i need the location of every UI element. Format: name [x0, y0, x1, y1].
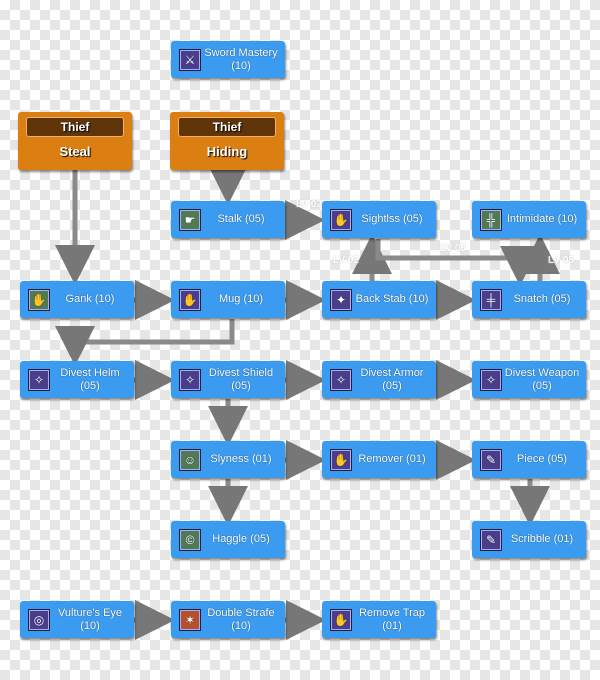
- skill-label: Scribble (01): [510, 533, 574, 545]
- skill-label: Double Strafe (10): [207, 606, 275, 632]
- skill-label: Gank (10): [65, 293, 115, 305]
- intimidate-icon: ╬: [480, 208, 502, 231]
- level-label: LV 05: [440, 243, 466, 254]
- skill-gank[interactable]: ✋ Gank (10): [20, 281, 134, 318]
- mug-icon: ✋: [179, 288, 201, 311]
- divest-armor-icon: ✧: [330, 368, 352, 391]
- class-label: Thief: [26, 117, 124, 137]
- skill-remover[interactable]: ✋ Remover (01): [322, 441, 436, 478]
- skill-label: Divest Weapon (05): [504, 366, 580, 392]
- divest-weapon-icon: ✧: [480, 368, 502, 391]
- divest-helm-icon: ✧: [28, 368, 50, 391]
- piece-icon: ✎: [480, 448, 502, 471]
- skill-label: Back Stab (10): [355, 293, 429, 305]
- skill-label: Divest Shield (05): [208, 366, 274, 392]
- skill-label: Vulture's Eye (10): [57, 606, 123, 632]
- connectors: [55, 165, 560, 640]
- skill-label: Divest Helm (05): [60, 366, 120, 392]
- vultures-eye-icon: ◎: [28, 608, 50, 631]
- divest-shield-icon: ✧: [179, 368, 201, 391]
- skill-back-stab[interactable]: ✦ Back Stab (10): [322, 281, 436, 318]
- sightless-icon: ✋: [330, 208, 352, 231]
- skill-sword-mastery[interactable]: ⚔ Sword Mastery (10): [171, 41, 285, 78]
- skill-label: Sword Mastery (10): [204, 46, 278, 72]
- class-skill: Steal: [59, 144, 91, 159]
- skill-label: Sightlss (05): [361, 213, 423, 225]
- mug-to-divest-helm: [55, 319, 235, 366]
- skill-remove-trap[interactable]: ✋ Remove Trap (01): [322, 601, 436, 638]
- slyness-icon: ☺: [179, 448, 201, 471]
- back-stab-icon: ✦: [330, 288, 352, 311]
- class-skill: Hiding: [206, 144, 248, 159]
- scribble-icon: ✎: [480, 528, 502, 551]
- skill-sightlss[interactable]: ✋ Sightlss (05): [322, 201, 436, 238]
- skill-label: Remove Trap (01): [358, 606, 426, 632]
- class-label: Thief: [178, 117, 276, 137]
- skill-vultures-eye[interactable]: ◎ Vulture's Eye (10): [20, 601, 134, 638]
- sword-icon: ⚔: [179, 48, 201, 71]
- remover-icon: ✋: [330, 448, 352, 471]
- class-node-steal[interactable]: Thief Steal: [18, 112, 132, 170]
- class-node-hiding[interactable]: Thief Hiding: [170, 112, 284, 170]
- skill-divest-shield[interactable]: ✧ Divest Shield (05): [171, 361, 285, 398]
- skill-label: Haggle (05): [212, 533, 270, 545]
- skill-scribble[interactable]: ✎ Scribble (01): [472, 521, 586, 558]
- skill-label: Stalk (05): [217, 213, 265, 225]
- snatch-icon: ╪: [480, 288, 502, 311]
- skill-snatch[interactable]: ╪ Snatch (05): [472, 281, 586, 318]
- skill-label: Snatch (05): [513, 293, 571, 305]
- haggle-icon: ©: [179, 528, 201, 551]
- remove-trap-icon: ✋: [330, 608, 352, 631]
- skill-divest-armor[interactable]: ✧ Divest Armor (05): [322, 361, 436, 398]
- skill-label: Slyness (01): [210, 453, 272, 465]
- skill-mug[interactable]: ✋ Mug (10): [171, 281, 285, 318]
- skill-double-strafe[interactable]: ✶ Double Strafe (10): [171, 601, 285, 638]
- skill-label: Piece (05): [516, 453, 568, 465]
- skill-intimidate[interactable]: ╬ Intimidate (10): [472, 201, 586, 238]
- level-label: LV 05: [548, 255, 574, 266]
- skill-haggle[interactable]: © Haggle (05): [171, 521, 285, 558]
- skill-stalk[interactable]: ☛ Stalk (05): [171, 201, 285, 238]
- skill-label: Mug (10): [218, 293, 264, 305]
- skill-slyness[interactable]: ☺ Slyness (01): [171, 441, 285, 478]
- level-label: LV 02: [296, 199, 322, 210]
- gank-icon: ✋: [28, 288, 50, 311]
- skill-piece[interactable]: ✎ Piece (05): [472, 441, 586, 478]
- skill-label: Intimidate (10): [506, 213, 578, 225]
- skill-divest-weapon[interactable]: ✧ Divest Weapon (05): [472, 361, 586, 398]
- skill-label: Remover (01): [358, 453, 426, 465]
- level-label: LV 02: [333, 255, 359, 266]
- skill-label: Divest Armor (05): [360, 366, 424, 392]
- double-strafe-icon: ✶: [179, 608, 201, 631]
- stalk-icon: ☛: [179, 208, 201, 231]
- skill-divest-helm[interactable]: ✧ Divest Helm (05): [20, 361, 134, 398]
